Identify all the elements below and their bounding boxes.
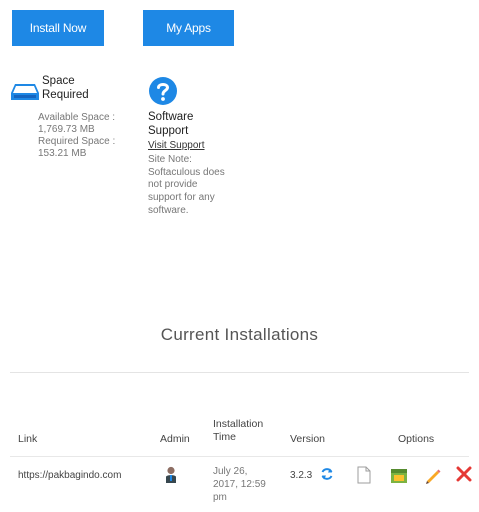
admin-user-icon[interactable] [164,466,178,489]
hard-drive-icon [11,84,39,100]
delete-icon[interactable] [456,466,472,487]
backup-icon[interactable] [390,466,408,489]
column-header-link: Link [18,433,38,445]
refresh-icon[interactable] [320,467,334,486]
space-detail-text: Available Space : 1,769.73 MB Required S… [38,112,116,159]
column-header-version: Version [290,433,326,445]
table-header-divider [10,456,469,457]
installation-link[interactable]: https://pakbagindo.com [18,469,121,482]
space-required-title: Space Required [42,75,89,101]
question-circle-icon [149,77,177,105]
software-support-title: Software Support [148,111,194,137]
support-note-text: Site Note: Softaculous does not provide … [148,154,225,216]
installation-time: July 26, 2017, 12:59 pm [213,466,266,503]
column-header-installation-time: Installation Time [213,418,264,443]
my-apps-button[interactable]: My Apps [143,10,234,46]
current-installations-heading: Current Installations [160,325,319,344]
column-header-options: Options [398,433,435,445]
edit-pencil-icon[interactable] [424,466,442,489]
visit-support-link[interactable]: Visit Support [148,140,205,151]
section-divider [10,372,469,373]
column-header-admin: Admin [160,433,190,445]
install-now-button[interactable]: Install Now [12,10,104,46]
clone-document-icon[interactable] [356,466,372,489]
version-value: 3.2.3 [290,470,313,481]
